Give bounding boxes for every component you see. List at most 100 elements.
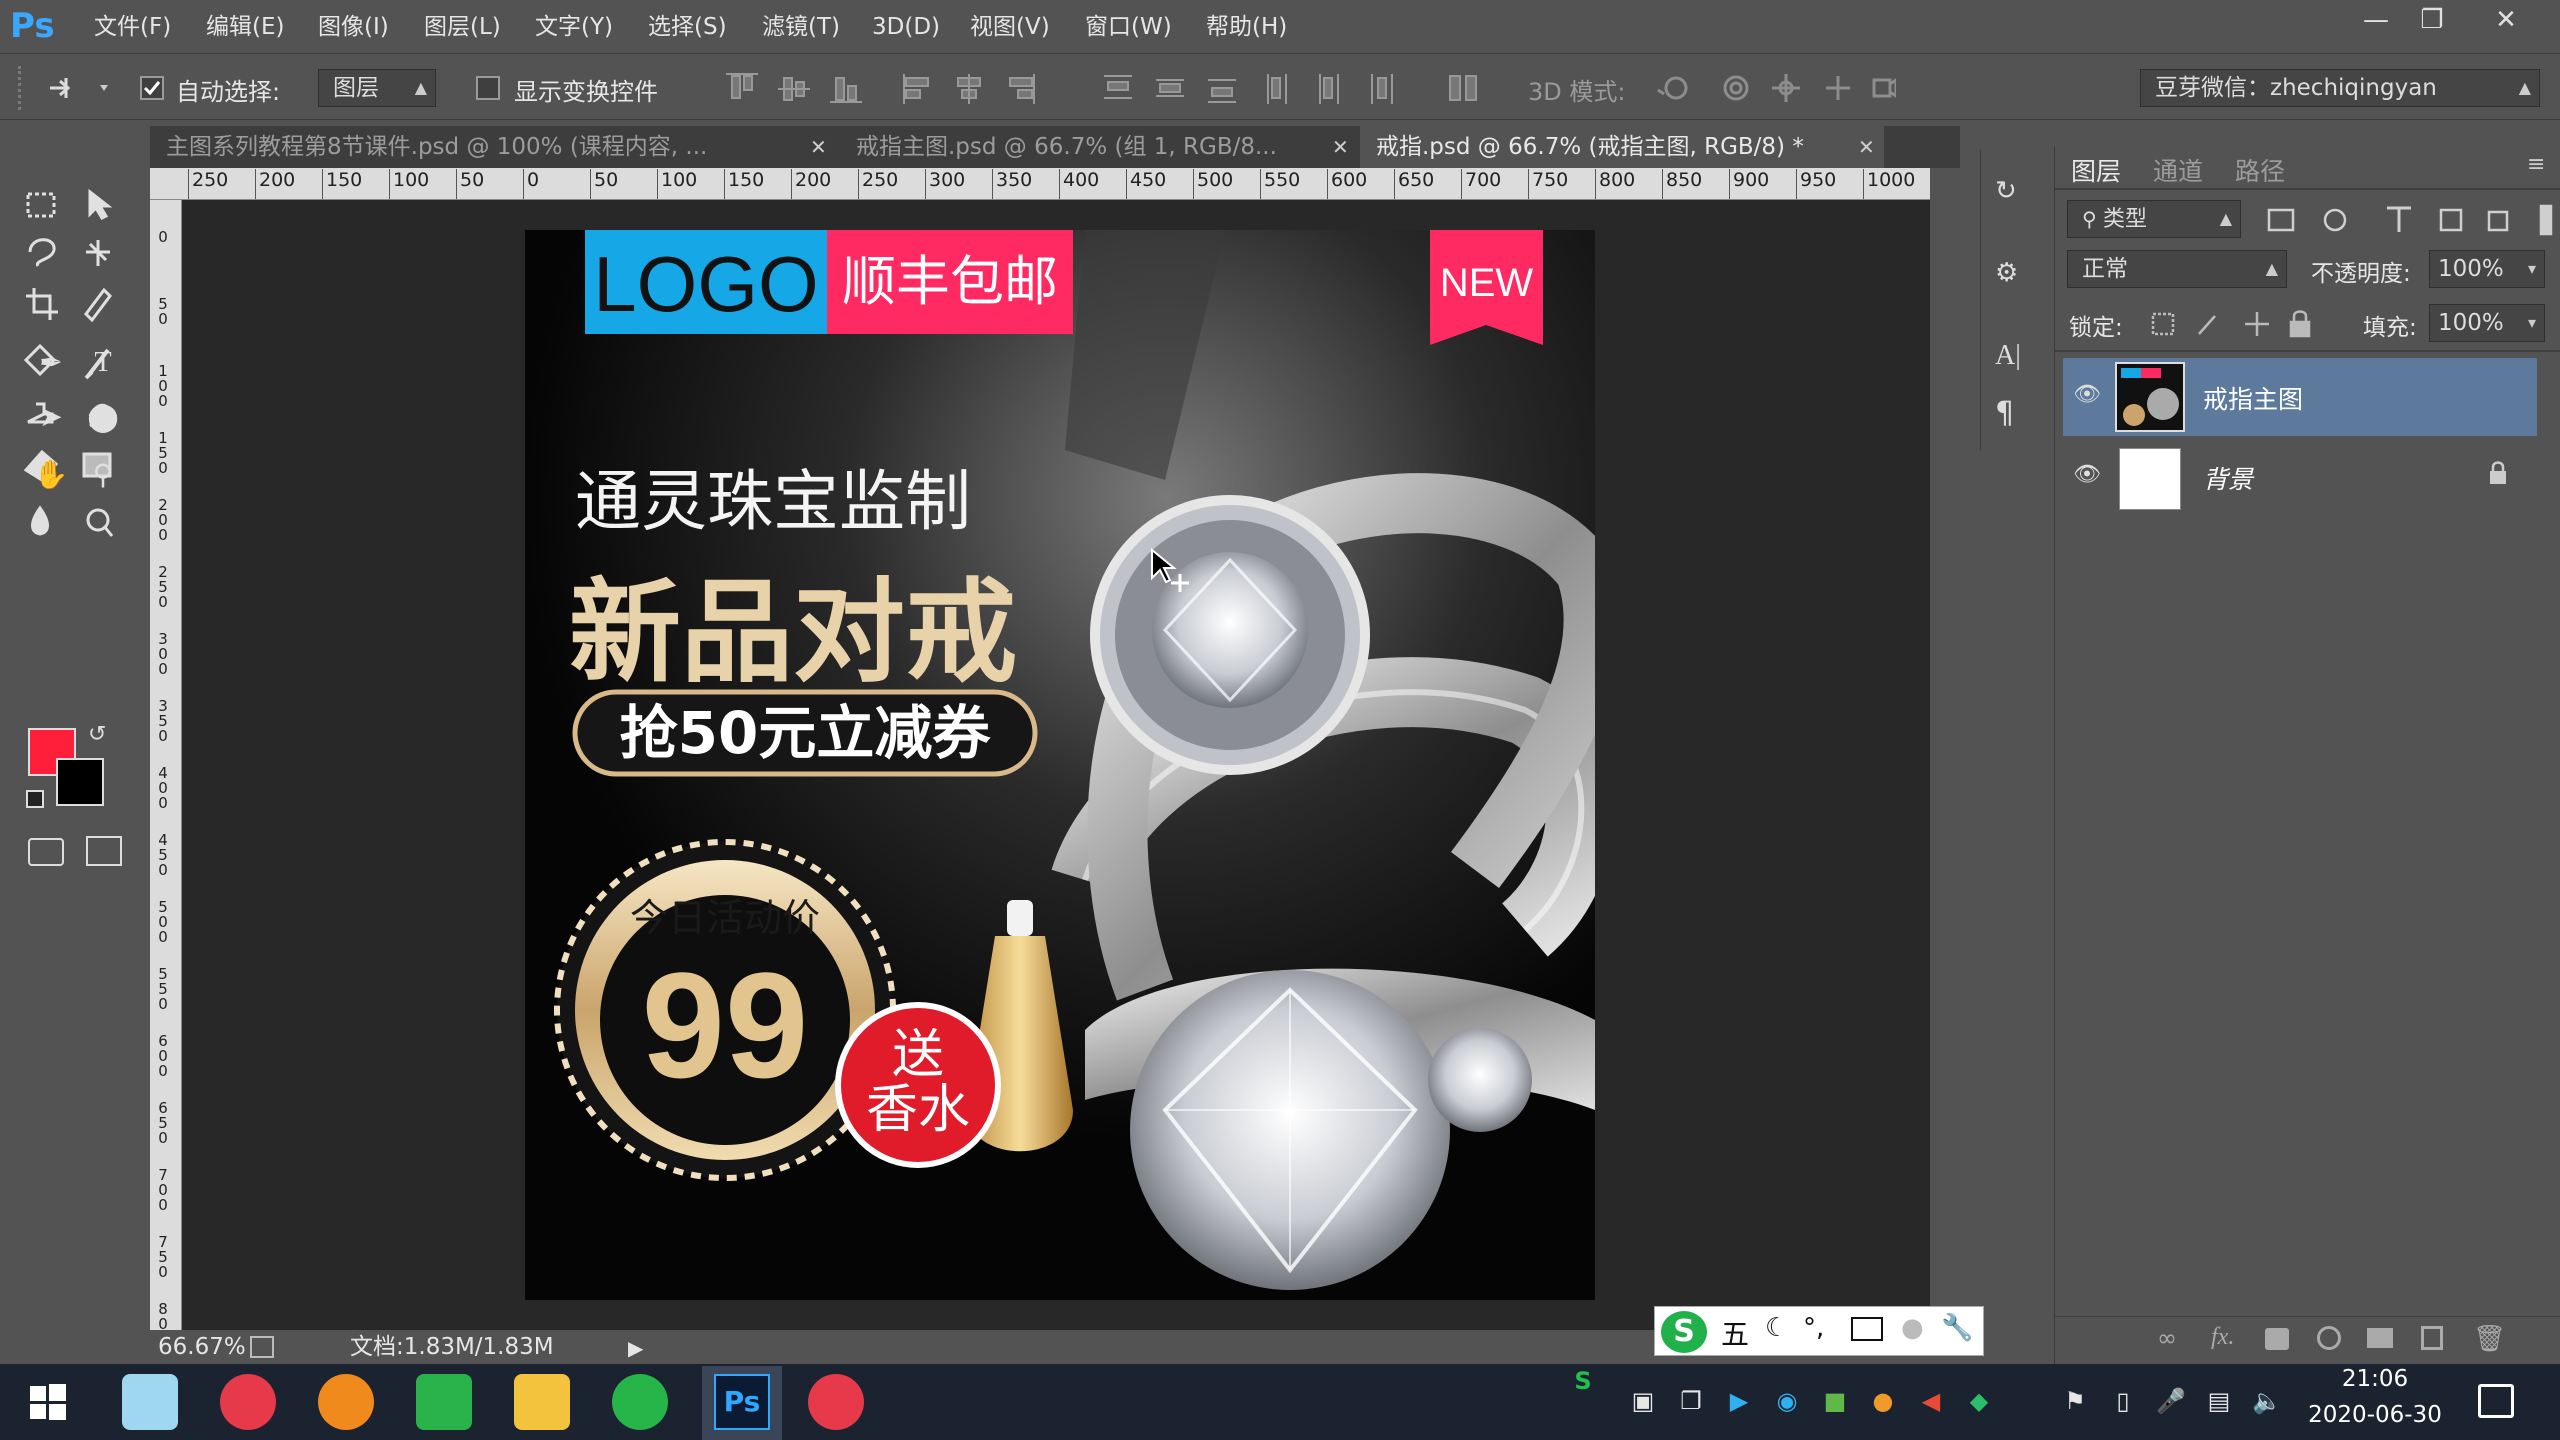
taskbar-date[interactable]: 2020-06-30 xyxy=(2290,1402,2460,1438)
wrench-icon[interactable]: 🔧 xyxy=(1941,1313,1973,1343)
taskbar-media-player-icon[interactable] xyxy=(416,1374,472,1430)
tab-ring-main[interactable]: 戒指主图.psd @ 66.7% (组 1, RGB/8... ✕ xyxy=(840,126,1360,168)
eye-visibility-icon[interactable]: 👁 xyxy=(2073,462,2101,487)
layer-filter-dropdown[interactable]: ⚲ 类型 ▲ xyxy=(2067,200,2241,238)
lock-option-icons[interactable] xyxy=(2147,306,2327,342)
menu-window[interactable]: 窗口(W) xyxy=(1085,10,1172,44)
tray-circle-icon[interactable]: ◉ xyxy=(1772,1386,1802,1416)
punctuation-icon[interactable]: °, xyxy=(1803,1313,1824,1343)
menu-layer[interactable]: 图层(L) xyxy=(424,10,501,44)
screen-mode-icon[interactable] xyxy=(86,836,122,866)
tray-security-icon[interactable]: ⚑ xyxy=(2060,1386,2090,1416)
swap-colors-icon[interactable]: ↺ xyxy=(88,722,106,747)
layer-filter-icons[interactable] xyxy=(2255,202,2555,238)
show-transform-checkbox[interactable] xyxy=(476,76,500,100)
ime-mode[interactable]: 五 xyxy=(1721,1313,1749,1353)
tray-nvidia-icon[interactable]: ■ xyxy=(1820,1386,1850,1416)
properties-icon[interactable]: ⚙ xyxy=(1995,258,2029,292)
character-panel-icon[interactable]: A| xyxy=(1995,340,2029,374)
tab-paths[interactable]: 路径 xyxy=(2235,152,2285,188)
taskbar-file-explorer-icon[interactable] xyxy=(514,1374,570,1430)
default-colors-icon[interactable] xyxy=(26,790,44,808)
menu-image[interactable]: 图像(I) xyxy=(318,10,389,44)
zoom-level[interactable]: 66.67% xyxy=(158,1330,246,1364)
delete-layer-icon[interactable]: 🗑 xyxy=(2473,1324,2506,1354)
layer-row-background[interactable]: 👁 背景 xyxy=(2063,438,2537,516)
tray-fish-icon[interactable]: ● xyxy=(1868,1386,1898,1416)
poster-document[interactable]: LOGO 顺丰包邮 NEW 通灵珠宝监制 新品对戒 抢50元立减券 今日活动价 … xyxy=(525,230,1595,1300)
path-select-tool-icon[interactable]: ➤ xyxy=(26,392,76,442)
close-icon[interactable]: ✕ xyxy=(810,126,827,168)
tray-player-icon[interactable]: ▶ xyxy=(1724,1386,1754,1416)
link-layers-icon[interactable]: ∞ xyxy=(2157,1324,2177,1352)
blend-mode-dropdown[interactable]: 正常 ▲ xyxy=(2067,250,2287,288)
taskbar-heart-app-icon[interactable] xyxy=(808,1374,864,1430)
status-menu-arrow-icon[interactable]: ▶ xyxy=(628,1336,643,1360)
menu-file[interactable]: 文件(F) xyxy=(94,10,171,44)
close-window-button[interactable]: ✕ xyxy=(2476,0,2536,40)
ellipse-tool-icon[interactable]: ⬤ xyxy=(78,392,128,442)
menu-view[interactable]: 视图(V) xyxy=(970,10,1050,44)
layer-row-ring-main[interactable]: 👁 戒指主图 xyxy=(2063,358,2537,436)
layer-name[interactable]: 背景 xyxy=(2203,460,2253,496)
tray-usb-icon[interactable]: ▯ xyxy=(2108,1386,2138,1416)
adjustment-layer-icon[interactable] xyxy=(2317,1326,2341,1350)
layer-style-icon[interactable]: fx. xyxy=(2211,1324,2234,1351)
tray-shield-icon[interactable]: ◆ xyxy=(1964,1386,1994,1416)
opacity-input[interactable]: 100% ▾ xyxy=(2429,250,2545,288)
taskbar-screen-recorder-icon[interactable] xyxy=(220,1374,276,1430)
taskbar-app-character-icon[interactable] xyxy=(122,1374,178,1430)
minimize-button[interactable]: — xyxy=(2346,0,2406,40)
restore-button[interactable]: ❐ xyxy=(2402,0,2462,40)
new-group-icon[interactable] xyxy=(2367,1328,2393,1348)
tray-app-icon[interactable]: ▣ xyxy=(1628,1386,1658,1416)
align-distribute-icons[interactable] xyxy=(720,70,1440,108)
3d-mode-icons[interactable] xyxy=(1656,68,1896,108)
user-icon[interactable]: ● xyxy=(1901,1313,1924,1343)
move-tool-preset[interactable] xyxy=(44,68,114,108)
menu-type[interactable]: 文字(Y) xyxy=(535,10,613,44)
background-color-swatch[interactable] xyxy=(56,758,104,806)
close-icon[interactable]: ✕ xyxy=(1858,126,1875,168)
menu-edit[interactable]: 编辑(E) xyxy=(206,10,284,44)
windows-start-icon[interactable] xyxy=(30,1384,66,1420)
pen-tool-icon[interactable]: ✒ xyxy=(26,338,76,388)
tab-layers[interactable]: 图层 xyxy=(2071,152,2121,188)
tray-speaker-app-icon[interactable]: ◀ xyxy=(1916,1386,1946,1416)
taskbar-photoshop-active[interactable]: Ps xyxy=(702,1366,782,1440)
zoom-tool-icon[interactable]: ⚲ xyxy=(78,450,128,500)
tray-volume-icon[interactable]: 🔈 xyxy=(2252,1386,2282,1416)
close-icon[interactable]: ✕ xyxy=(1332,126,1349,168)
type-tool-icon[interactable]: T xyxy=(78,338,128,388)
keyboard-icon[interactable] xyxy=(1851,1317,1883,1341)
paragraph-panel-icon[interactable]: ¶ xyxy=(1995,396,2029,431)
tab-channels[interactable]: 通道 xyxy=(2153,152,2203,188)
taskbar-browser-icon[interactable] xyxy=(318,1374,374,1430)
menu-filter[interactable]: 滤镜(T) xyxy=(762,10,840,44)
taskbar-time[interactable]: 21:06 xyxy=(2290,1366,2460,1402)
menu-help[interactable]: 帮助(H) xyxy=(1206,10,1287,44)
new-layer-icon[interactable] xyxy=(2421,1326,2443,1350)
auto-select-target-dropdown[interactable]: 图层 ▲ xyxy=(318,69,436,107)
tray-sogou-icon[interactable]: S xyxy=(1568,1366,1598,1396)
taskbar-sync-icon[interactable] xyxy=(612,1374,668,1430)
notification-center-icon[interactable] xyxy=(2478,1384,2514,1418)
auto-align-icon[interactable] xyxy=(1444,70,1484,108)
quick-mask-icon[interactable] xyxy=(28,838,64,866)
panel-menu-icon[interactable]: ≡ xyxy=(2527,152,2545,177)
menu-3d[interactable]: 3D(D) xyxy=(872,10,940,44)
ime-toolbar[interactable]: S 五 ☾ °, ● 🔧 xyxy=(1654,1306,1984,1356)
history-icon[interactable]: ↻ xyxy=(1995,176,2029,210)
tray-network-icon[interactable]: ▤ xyxy=(2204,1386,2234,1416)
eye-visibility-icon[interactable]: 👁 xyxy=(2073,382,2101,407)
menu-select[interactable]: 选择(S) xyxy=(648,10,727,44)
add-mask-icon[interactable] xyxy=(2265,1328,2289,1350)
moon-icon[interactable]: ☾ xyxy=(1765,1313,1788,1343)
horizontal-ruler[interactable]: 250 200 150 100 50 0 50 100 150 200 250 300 350 400 45… xyxy=(150,168,1930,200)
hand-tool-icon[interactable]: ✋ xyxy=(26,450,76,500)
export-icon[interactable] xyxy=(250,1336,274,1358)
workspace-dropdown[interactable]: 豆芽微信：zhechiqingyan ▲ xyxy=(2140,69,2540,107)
vertical-ruler[interactable]: 0 50 100 150 200 250 300 350 400 450 500 550 600 650 7… xyxy=(150,200,182,1330)
tray-window-icon[interactable]: ❐ xyxy=(1676,1386,1706,1416)
tab-ring-active[interactable]: 戒指.psd @ 66.7% (戒指主图, RGB/8) * ✕ xyxy=(1360,126,1884,168)
